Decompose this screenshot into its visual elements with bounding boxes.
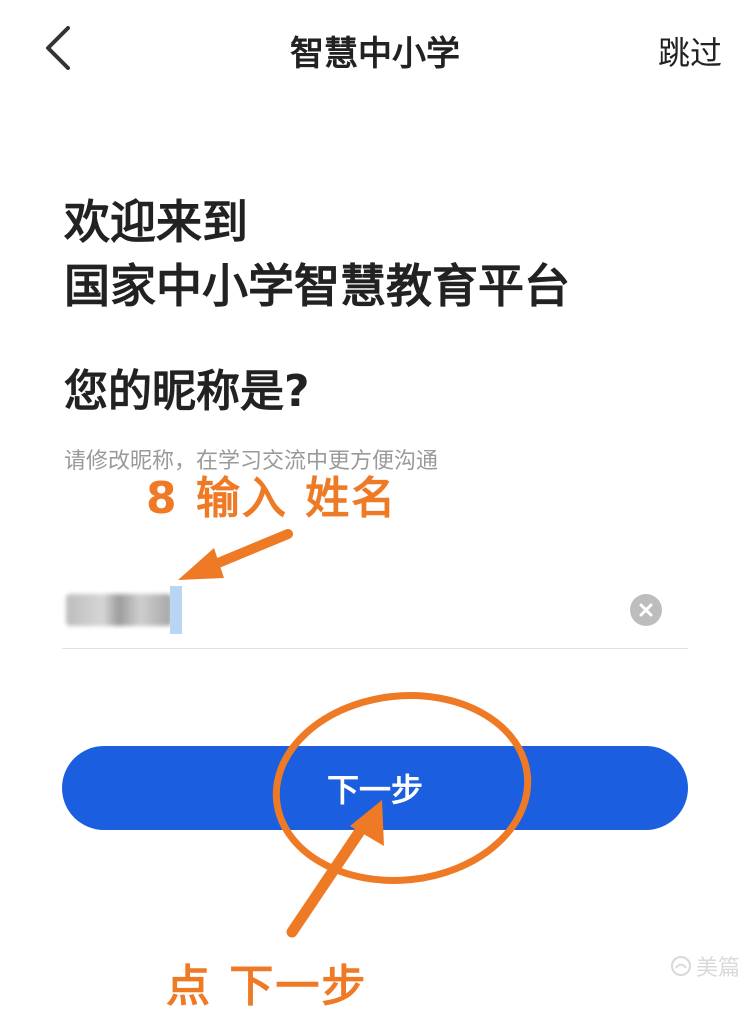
meipian-logo-icon: [670, 956, 691, 976]
welcome-line-1: 欢迎来到: [64, 195, 248, 249]
next-step-button[interactable]: 下一步: [62, 746, 688, 830]
blurred-nickname-value: [66, 594, 172, 626]
text-cursor: [170, 586, 182, 634]
welcome-heading: 欢迎来到 国家中小学智慧教育平台: [64, 190, 570, 318]
watermark-text: 美篇: [695, 956, 740, 981]
annotation-enter-name: 8 输入 姓名: [146, 473, 398, 524]
page-title: 智慧中小学: [290, 34, 460, 74]
navigation-bar: 智慧中小学 跳过: [0, 0, 750, 96]
nickname-question: 您的昵称是?: [64, 366, 310, 417]
welcome-line-2: 国家中小学智慧教育平台: [64, 259, 570, 313]
watermark: 美篇: [670, 950, 740, 982]
skip-button[interactable]: 跳过: [658, 28, 722, 74]
nickname-field-row: [62, 568, 688, 649]
annotation-click-next: 点 下一步: [166, 961, 368, 1012]
clear-input-button[interactable]: [630, 594, 662, 626]
clear-circle-icon: [639, 603, 653, 617]
